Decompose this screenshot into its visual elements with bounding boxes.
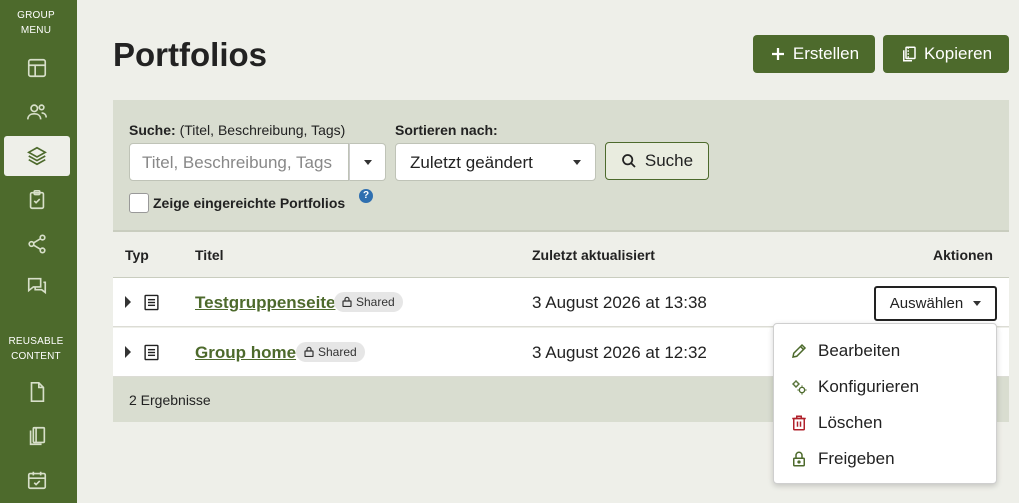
search-input-placeholder: Titel, Beschreibung, Tags [142, 153, 332, 172]
shared-badge: Shared [296, 342, 365, 362]
copy-icon [902, 46, 916, 62]
sidebar-item-forums[interactable] [4, 266, 70, 306]
table-header: Typ Titel Zuletzt aktualisiert Aktionen [113, 230, 1009, 278]
copy-button[interactable]: Kopieren [883, 35, 1009, 73]
shared-badge-label: Shared [356, 295, 395, 309]
chevron-down-icon [363, 159, 372, 165]
portfolio-title-link[interactable]: Testgruppenseite [195, 293, 335, 313]
search-button-label: Suche [644, 151, 694, 170]
group-menu-heading-line1: GROUP [17, 10, 55, 21]
menu-item-share-label: Freigeben [818, 449, 895, 468]
sidebar-item-dashboard[interactable] [4, 48, 70, 88]
lock-icon [304, 346, 314, 357]
lock-icon [342, 296, 352, 307]
sidebar-item-share[interactable] [4, 224, 70, 264]
search-scope-dropdown[interactable] [349, 143, 386, 181]
copy-button-label: Kopieren [923, 44, 993, 63]
reusable-heading-line1: REUSABLE [8, 336, 64, 347]
search-icon [622, 154, 636, 168]
pencil-icon [792, 343, 807, 358]
shared-badge-label: Shared [318, 345, 357, 359]
share-icon [28, 234, 46, 254]
dashboard-icon [27, 58, 47, 78]
page-title: Portfolios [113, 36, 267, 73]
updated-date: 3 August 2026 at 12:32 [532, 343, 707, 362]
menu-item-edit[interactable]: Bearbeiten [790, 338, 900, 364]
menu-item-delete[interactable]: Löschen [790, 410, 882, 436]
group-menu-heading-line2: MENU [20, 25, 52, 36]
forum-icon [27, 277, 47, 295]
col-actions: Aktionen [933, 247, 993, 263]
clipboard-check-icon [29, 190, 45, 210]
search-label: Suche: (Titel, Beschreibung, Tags) [129, 122, 345, 138]
plus-icon [771, 48, 784, 60]
group-menu-heading: GROUP MENU [0, 8, 72, 38]
help-icon[interactable]: ? [359, 189, 373, 203]
create-button-label: Erstellen [792, 44, 860, 63]
members-icon [27, 104, 47, 120]
search-input[interactable]: Titel, Beschreibung, Tags [129, 143, 349, 181]
sort-select[interactable]: Zuletzt geändert [395, 143, 596, 181]
actions-menu: Bearbeiten Konfigurieren Löschen Freigeb… [773, 323, 997, 484]
table-row: Testgruppenseite Shared 3 August 2026 at… [113, 278, 1009, 327]
show-submitted-label[interactable]: Zeige eingereichte Portfolios [153, 195, 345, 211]
choose-action-label: Auswählen [889, 295, 964, 312]
cogs-icon [792, 380, 807, 395]
lock-icon [793, 451, 805, 467]
sidebar-item-members[interactable] [4, 92, 70, 132]
page-icon [144, 294, 159, 311]
expand-chevron-icon[interactable] [125, 296, 131, 308]
sort-select-value: Zuletzt geändert [410, 153, 533, 172]
menu-item-configure-label: Konfigurieren [818, 377, 920, 396]
chevron-down-icon [573, 160, 581, 165]
search-button[interactable]: Suche [605, 142, 709, 180]
sort-label: Sortieren nach: [395, 122, 498, 138]
group-sidebar: GROUP MENU REUSABLE CONTENT [0, 0, 77, 503]
filter-panel: Suche: (Titel, Beschreibung, Tags) Titel… [113, 100, 1009, 230]
menu-item-edit-label: Bearbeiten [818, 341, 901, 360]
menu-item-configure[interactable]: Konfigurieren [790, 374, 919, 400]
create-button[interactable]: Erstellen [753, 35, 875, 73]
shared-badge: Shared [334, 292, 403, 312]
menu-item-delete-label: Löschen [818, 413, 883, 432]
portfolio-title-link[interactable]: Group home [195, 343, 296, 363]
sidebar-item-pages[interactable] [4, 372, 70, 412]
sidebar-item-assessments[interactable] [4, 180, 70, 220]
show-submitted-checkbox[interactable] [129, 193, 149, 213]
search-label-text: Suche: [129, 122, 176, 138]
col-updated: Zuletzt aktualisiert [532, 247, 655, 263]
col-type: Typ [125, 247, 149, 263]
updated-date: 3 August 2026 at 13:38 [532, 293, 707, 312]
copy-pages-icon [29, 426, 46, 446]
sidebar-item-collections[interactable] [4, 416, 70, 456]
menu-item-share[interactable]: Freigeben [790, 446, 895, 472]
choose-action-button[interactable]: Auswählen [874, 286, 997, 321]
sidebar-item-portfolios[interactable] [4, 136, 70, 176]
search-label-hint: (Titel, Beschreibung, Tags) [179, 122, 346, 138]
calendar-check-icon [27, 471, 47, 490]
reusable-content-heading: REUSABLE CONTENT [0, 334, 72, 364]
page-icon [144, 344, 159, 361]
file-icon [30, 382, 45, 402]
reusable-heading-line2: CONTENT [11, 351, 61, 362]
expand-chevron-icon[interactable] [125, 346, 131, 358]
trash-icon [792, 415, 806, 431]
chevron-down-icon [973, 301, 982, 306]
col-title: Titel [195, 247, 224, 263]
results-count: 2 Ergebnisse [129, 392, 211, 408]
sidebar-item-calendar[interactable] [4, 460, 70, 500]
sort-label-text: Sortieren nach: [395, 122, 498, 138]
layers-icon [27, 146, 47, 166]
